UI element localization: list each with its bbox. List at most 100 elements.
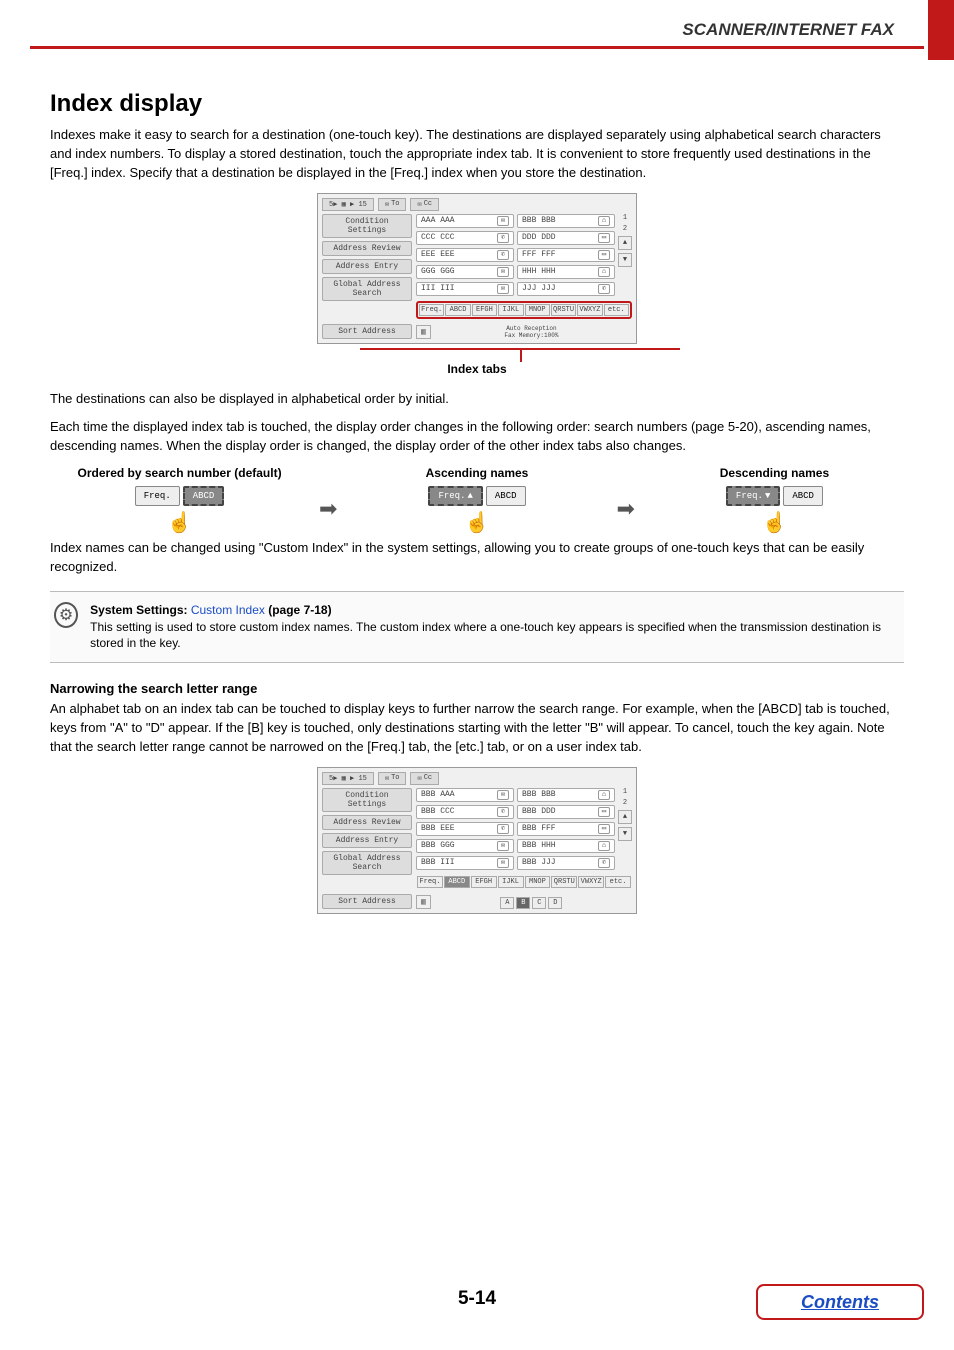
scroll-down-button[interactable]: ▼ [618, 253, 632, 267]
one-touch-key[interactable]: BBB GGG✉ [416, 839, 514, 853]
abcd-tab-mini[interactable]: ABCD [183, 486, 225, 506]
abcd-tab-mini[interactable]: ABCD [783, 486, 823, 506]
condition-settings-button[interactable]: Condition Settings [322, 788, 412, 812]
page-indicator: 5▶ ▦ ▶ 15 [322, 198, 374, 211]
index-tab[interactable]: MNOP [525, 876, 551, 888]
order-label: Ordered by search number (default) [50, 466, 309, 480]
page-num-side: 2 [623, 799, 627, 807]
one-touch-key[interactable]: HHH HHH⌂ [517, 265, 615, 279]
one-touch-key[interactable]: III III✉ [416, 282, 514, 296]
one-touch-key[interactable]: BBB CCC✆ [416, 805, 514, 819]
arrow-right-icon: ➡ [309, 466, 347, 522]
note-page-ref: (page 7-18) [265, 603, 332, 617]
custom-index-link[interactable]: Custom Index [191, 603, 265, 617]
status-text: Auto Reception [506, 325, 556, 332]
address-entry-button[interactable]: Address Entry [322, 833, 412, 848]
one-touch-key[interactable]: JJJ JJJ✆ [517, 282, 615, 296]
index-tab[interactable]: EFGH [472, 304, 497, 316]
to-tab[interactable]: ✉To [378, 198, 407, 211]
letter-filter[interactable]: D [548, 897, 562, 909]
one-touch-key[interactable]: BBB AAA✉ [416, 788, 514, 802]
condition-settings-button[interactable]: Condition Settings [322, 214, 412, 238]
global-address-search-button[interactable]: Global Address Search [322, 277, 412, 301]
index-tab[interactable]: etc. [605, 876, 631, 888]
order-label: Descending names [645, 466, 904, 480]
scroll-up-button[interactable]: ▲ [618, 236, 632, 250]
index-tab[interactable]: VWXYZ [577, 304, 602, 316]
index-tab-strip: Freq. ABCD EFGH IJKL MNOP QRSTU VWXYZ et… [416, 301, 632, 319]
one-touch-key[interactable]: BBB BBB⌂ [517, 214, 615, 228]
freq-tab-mini[interactable]: Freq.▲ [428, 486, 482, 506]
index-tab[interactable]: Freq. [419, 304, 444, 316]
folder-icon: ▭ [598, 807, 610, 817]
mail-icon: ✉ [497, 858, 509, 868]
freq-tab-mini[interactable]: Freq.▼ [726, 486, 780, 506]
order-label: Ascending names [347, 466, 606, 480]
sort-address-button[interactable]: Sort Address [322, 894, 412, 909]
group-icon: ⌂ [598, 841, 610, 851]
one-touch-key[interactable]: FFF FFF▭ [517, 248, 615, 262]
index-tab[interactable]: ABCD [444, 876, 470, 888]
one-touch-key[interactable]: BBB EEE✆ [416, 822, 514, 836]
phone-icon: ✆ [497, 250, 509, 260]
one-touch-key[interactable]: BBB FFF▭ [517, 822, 615, 836]
index-tab[interactable]: Freq. [417, 876, 443, 888]
letter-filter[interactable]: B [516, 897, 530, 909]
address-review-button[interactable]: Address Review [322, 815, 412, 830]
one-touch-key[interactable]: CCC CCC✆ [416, 231, 514, 245]
index-tab-strip: Freq. ABCD EFGH IJKL MNOP QRSTU VWXYZ et… [416, 875, 632, 889]
phone-icon: ✆ [497, 807, 509, 817]
freq-tab-mini[interactable]: Freq. [135, 486, 180, 506]
hand-icon: ☝ [50, 510, 309, 535]
phone-icon: ✆ [598, 284, 610, 294]
index-tab[interactable]: MNOP [525, 304, 550, 316]
contents-button[interactable]: Contents [756, 1284, 924, 1320]
status-text: Fax Memory:100% [504, 332, 558, 339]
letter-filter[interactable]: C [532, 897, 546, 909]
preview-icon[interactable]: ▥ [416, 325, 431, 339]
page-title: Index display [50, 90, 904, 118]
index-tab[interactable]: EFGH [471, 876, 497, 888]
system-settings-note: ⚙ System Settings: Custom Index (page 7-… [50, 591, 904, 663]
one-touch-key[interactable]: BBB III✉ [416, 856, 514, 870]
one-touch-key[interactable]: BBB BBB⌂ [517, 788, 615, 802]
cc-tab[interactable]: ✉Cc [410, 772, 439, 785]
mail-icon: ✉ [497, 790, 509, 800]
address-review-button[interactable]: Address Review [322, 241, 412, 256]
one-touch-key[interactable]: DDD DDD▭ [517, 231, 615, 245]
group-icon: ⌂ [598, 267, 610, 277]
one-touch-key[interactable]: BBB JJJ✆ [517, 856, 615, 870]
preview-icon[interactable]: ▥ [416, 895, 431, 909]
index-tab[interactable]: QRSTU [551, 876, 577, 888]
paragraph: The destinations can also be displayed i… [50, 390, 904, 409]
one-touch-key[interactable]: BBB DDD▭ [517, 805, 615, 819]
to-tab[interactable]: ✉To [378, 772, 407, 785]
one-touch-key[interactable]: AAA AAA✉ [416, 214, 514, 228]
one-touch-key[interactable]: GGG GGG✉ [416, 265, 514, 279]
section-header: SCANNER/INTERNET FAX [682, 20, 894, 40]
index-tab[interactable]: IJKL [498, 876, 524, 888]
sort-address-button[interactable]: Sort Address [322, 324, 412, 339]
index-tab[interactable]: VWXYZ [578, 876, 604, 888]
touch-panel-2: 5▶ ▦ ▶ 15 ✉To ✉Cc Condition Settings Add… [317, 767, 637, 914]
address-entry-button[interactable]: Address Entry [322, 259, 412, 274]
mail-icon: ✉ [497, 284, 509, 294]
one-touch-key[interactable]: BBB HHH⌂ [517, 839, 615, 853]
group-icon: ⌂ [598, 790, 610, 800]
paragraph: Each time the displayed index tab is tou… [50, 418, 904, 456]
page-num-side: 2 [623, 225, 627, 233]
index-tab[interactable]: QRSTU [551, 304, 576, 316]
letter-filter[interactable]: A [500, 897, 514, 909]
one-touch-key[interactable]: EEE EEE✆ [416, 248, 514, 262]
index-tab[interactable]: ABCD [445, 304, 470, 316]
mail-icon: ✉ [497, 841, 509, 851]
index-tab[interactable]: etc. [604, 304, 629, 316]
scroll-down-button[interactable]: ▼ [618, 827, 632, 841]
scroll-up-button[interactable]: ▲ [618, 810, 632, 824]
abcd-tab-mini[interactable]: ABCD [486, 486, 526, 506]
phone-icon: ✆ [497, 233, 509, 243]
folder-icon: ▭ [598, 233, 610, 243]
index-tab[interactable]: IJKL [498, 304, 523, 316]
global-address-search-button[interactable]: Global Address Search [322, 851, 412, 875]
cc-tab[interactable]: ✉Cc [410, 198, 439, 211]
